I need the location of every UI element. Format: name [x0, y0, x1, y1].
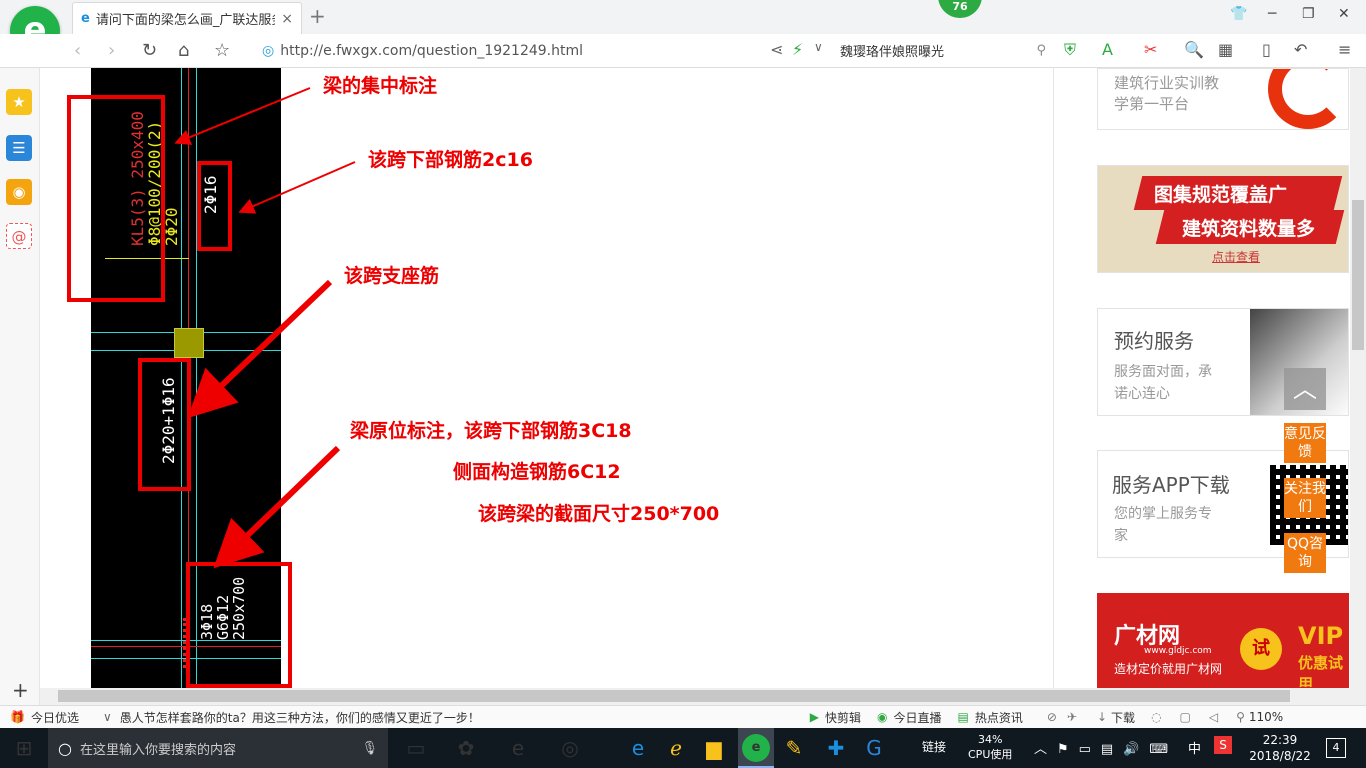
live-link[interactable]: 今日直播: [894, 709, 942, 726]
windows-start-icon[interactable]: ⊞: [10, 734, 38, 762]
tray-icons[interactable]: ︿⚑▭▤🔊⌨: [1034, 738, 1178, 757]
zoom-level[interactable]: 110%: [1249, 710, 1283, 724]
news-icon: ▤: [957, 710, 969, 724]
ad5-try: 试: [1240, 628, 1282, 670]
kuaijian-link[interactable]: 快剪辑: [825, 709, 861, 726]
clock-date: 2018/8/22: [1249, 749, 1311, 763]
cpu-percent: 34%: [977, 733, 1003, 746]
ad5-slogan: 造材定价就用广材网: [1114, 662, 1223, 676]
annotation-support: 该跨支座筋: [344, 265, 440, 287]
ad4-line2: 家: [1114, 528, 1128, 544]
ad2-button[interactable]: 点击查看: [1212, 248, 1260, 265]
status-tools-2[interactable]: ◌▢◁: [1151, 710, 1236, 724]
ad5-site: www.gldjc.com: [1144, 646, 1212, 656]
arrow-support: [187, 279, 333, 419]
cpu-meter[interactable]: 34% CPU使用: [968, 732, 1012, 762]
vertical-scroll-thumb[interactable]: [1352, 200, 1364, 350]
ad2-line1: 图集规范覆盖广: [1154, 184, 1288, 206]
arrow-bottom: [238, 161, 356, 214]
ad5-vip: VIP: [1298, 622, 1344, 650]
annotation-original: 梁原位标注，该跨下部钢筋3C18: [350, 420, 632, 442]
link-label[interactable]: 链接: [922, 738, 946, 755]
task-view-icon[interactable]: ▭: [402, 734, 430, 762]
ad5-vip-sub: 优惠试用: [1298, 654, 1344, 688]
qq-button[interactable]: QQ咨询: [1284, 533, 1326, 573]
ie-icon[interactable]: e: [504, 734, 532, 762]
plus-app-icon[interactable]: ✚: [822, 734, 850, 762]
folder-icon[interactable]: ▆: [700, 734, 728, 762]
browser-taskbar-icon: e: [742, 734, 770, 762]
horizontal-scroll-thumb[interactable]: [58, 690, 1290, 702]
notification-center-icon[interactable]: 4: [1326, 738, 1346, 758]
ad1-line2: 学第一平台: [1114, 95, 1190, 113]
cortana-icon: ○: [58, 738, 72, 758]
back-to-top-button[interactable]: ︿: [1284, 368, 1326, 410]
arrow-original: [213, 445, 341, 569]
ad3-line2: 诺心连心: [1114, 386, 1170, 402]
clock-time: 22:39: [1262, 733, 1298, 747]
ad-atlas[interactable]: 图集规范覆盖广 建筑资料数量多 点击查看: [1097, 165, 1349, 273]
gift-icon: 🎁: [10, 710, 25, 724]
live-icon: ◉: [877, 710, 888, 724]
cpu-label: CPU使用: [968, 748, 1013, 761]
notepad-icon[interactable]: ✎: [780, 734, 808, 762]
status-tools[interactable]: ⊘✈: [1047, 710, 1087, 724]
g-app-icon[interactable]: G: [860, 734, 888, 762]
spiral-icon[interactable]: ◎: [556, 734, 584, 762]
taskbar-browser-active[interactable]: e: [738, 728, 774, 768]
edge-icon[interactable]: e: [624, 734, 652, 762]
status-bar: 🎁 今日优选 ∨ 愚人节怎样套路你的ta？用这三种方法，你们的感情又更近了一步！…: [0, 705, 1366, 728]
ime-indicator[interactable]: 中: [1188, 738, 1201, 757]
sogou-icon[interactable]: S: [1214, 736, 1232, 754]
ie-alt-icon[interactable]: ℯ: [662, 734, 690, 762]
follow-button[interactable]: 关注我们: [1284, 478, 1326, 518]
taskbar-search[interactable]: ○ 在这里输入你要搜索的内容 🎙: [48, 728, 388, 768]
zoom-icon: ⚲: [1236, 710, 1245, 724]
annotation-centralized: 梁的集中标注: [323, 75, 438, 97]
arrow-centralized: [174, 87, 311, 145]
annotation-bottom: 该跨下部钢筋2c16: [368, 149, 533, 171]
vertical-scrollbar[interactable]: [1350, 68, 1366, 688]
content-divider: [1053, 68, 1054, 688]
daily-picks[interactable]: 今日优选: [31, 709, 79, 726]
ad1-logo-icon: [1268, 69, 1348, 129]
ad-gldjc[interactable]: 广材网 www.gldjc.com 造材定价就用广材网 试 VIP 优惠试用: [1097, 593, 1349, 688]
ad1-line1: 建筑行业实训教: [1114, 74, 1220, 92]
feedback-button[interactable]: 意见反馈: [1284, 423, 1326, 463]
chevron-down-icon[interactable]: ∨: [103, 710, 112, 724]
download-link[interactable]: 下载: [1111, 709, 1135, 726]
ad2-line2: 建筑资料数量多: [1182, 218, 1316, 240]
ad3-line1: 服务面对面，承: [1114, 364, 1212, 380]
ad3-title: 预约服务: [1114, 329, 1194, 353]
microphone-icon[interactable]: 🎙: [361, 741, 378, 756]
hot-news-link[interactable]: 热点资讯: [975, 709, 1023, 726]
download-icon: ↓: [1096, 710, 1108, 724]
annotation-side: 侧面构造钢筋6C12: [453, 461, 621, 483]
ad4-line1: 您的掌上服务专: [1114, 506, 1212, 522]
ad-training[interactable]: 建筑行业实训教 学第一平台: [1097, 68, 1349, 130]
kuaijian-icon: ▶: [809, 710, 819, 724]
news-ticker[interactable]: 愚人节怎样套路你的ta？用这三种方法，你们的感情又更近了一步！: [120, 709, 720, 726]
clock[interactable]: 22:39 2018/8/22: [1244, 732, 1316, 764]
annotation-section: 该跨梁的截面尺寸250*700: [478, 503, 720, 525]
pinwheel-icon[interactable]: ✿: [452, 734, 480, 762]
ad4-title: 服务APP下载: [1112, 473, 1230, 497]
taskbar-search-placeholder: 在这里输入你要搜索的内容: [79, 742, 236, 758]
